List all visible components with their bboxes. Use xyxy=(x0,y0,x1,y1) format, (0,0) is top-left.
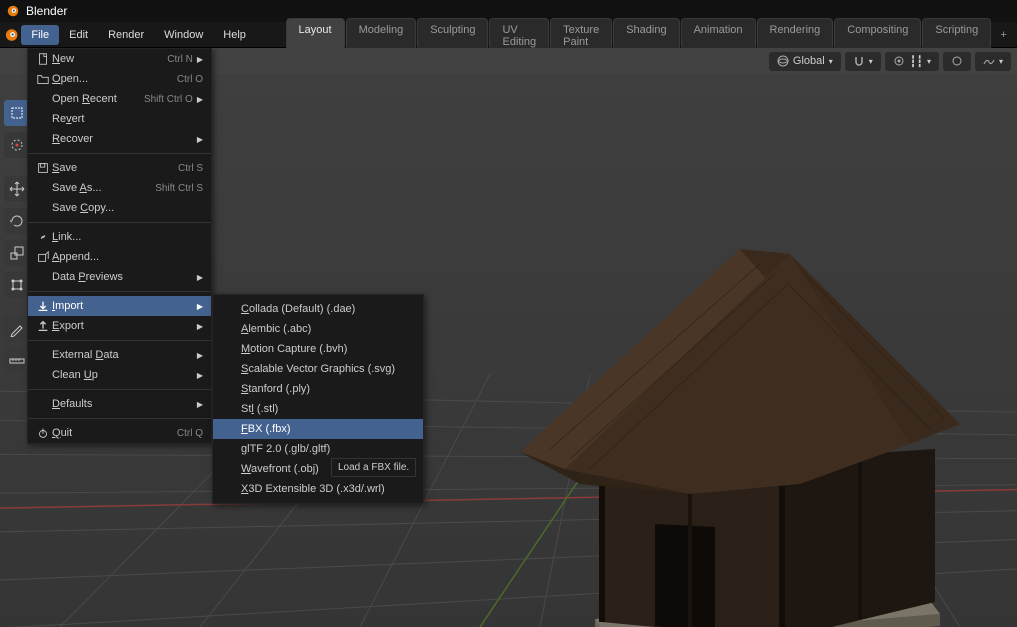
menu-item-label: Stanford (.ply) xyxy=(241,383,415,395)
menu-item-label: Recover xyxy=(52,133,193,145)
tab-uv-editing[interactable]: UV Editing xyxy=(489,18,549,52)
submenu-arrow-icon: ▶ xyxy=(197,351,203,360)
menu-item-quit[interactable]: QuitCtrl Q xyxy=(28,423,211,443)
menu-item-clean-up[interactable]: Clean Up ▶ xyxy=(28,365,211,385)
import-x3d-extensible-3d-x3d-wrl[interactable]: X3D Extensible 3D (.x3d/.wrl) xyxy=(213,479,423,499)
import-icon xyxy=(34,299,52,313)
submenu-arrow-icon: ▶ xyxy=(197,322,203,331)
import-gltf-2-0-glb-gltf[interactable]: glTF 2.0 (.glb/.gltf) xyxy=(213,439,423,459)
viewport-overlays-button[interactable] xyxy=(943,52,971,71)
tab-sculpting[interactable]: Sculpting xyxy=(417,18,488,52)
link-icon xyxy=(34,230,52,244)
menu-item-label: Defaults xyxy=(52,398,193,410)
power-icon xyxy=(34,426,52,440)
tab-compositing[interactable]: Compositing xyxy=(834,18,921,52)
export-icon xyxy=(34,319,52,333)
submenu-arrow-icon: ▶ xyxy=(197,371,203,380)
submenu-arrow-icon: ▶ xyxy=(197,400,203,409)
menu-item-external-data[interactable]: External Data ▶ xyxy=(28,345,211,365)
tab-animation[interactable]: Animation xyxy=(681,18,756,52)
menu-item-link[interactable]: Link... xyxy=(28,227,211,247)
menu-item-data-previews[interactable]: Data Previews ▶ xyxy=(28,267,211,287)
topbar: FileEditRenderWindowHelp LayoutModelingS… xyxy=(0,22,1017,48)
snap-dropdown[interactable]: ▾ xyxy=(845,52,881,71)
menu-item-label: Save Copy... xyxy=(52,202,203,214)
menu-item-label: Alembic (.abc) xyxy=(241,323,415,335)
submenu-arrow-icon: ▶ xyxy=(197,273,203,282)
tab-layout[interactable]: Layout xyxy=(286,18,345,52)
menu-item-label: Collada (Default) (.dae) xyxy=(241,303,415,315)
menu-item-save-copy[interactable]: Save Copy... xyxy=(28,198,211,218)
import-stanford-ply[interactable]: Stanford (.ply) xyxy=(213,379,423,399)
proportional-edit-dropdown[interactable]: ┇┇▾ xyxy=(885,52,939,71)
menu-item-label: New xyxy=(52,53,167,65)
tab-modeling[interactable]: Modeling xyxy=(346,18,417,52)
import-motion-capture-bvh[interactable]: Motion Capture (.bvh) xyxy=(213,339,423,359)
menu-file[interactable]: File xyxy=(21,25,59,45)
menu-item-save[interactable]: SaveCtrl S xyxy=(28,158,211,178)
mesh-object-house[interactable] xyxy=(490,224,960,627)
append-icon xyxy=(34,250,52,264)
menu-item-label: Quit xyxy=(52,427,177,439)
menu-item-import[interactable]: Import ▶ xyxy=(28,296,211,316)
menu-item-label: Import xyxy=(52,300,193,312)
tab-scripting[interactable]: Scripting xyxy=(922,18,991,52)
menu-item-save-as[interactable]: Save As...Shift Ctrl S xyxy=(28,178,211,198)
menu-item-label: Stl (.stl) xyxy=(241,403,415,415)
submenu-arrow-icon: ▶ xyxy=(197,135,203,144)
menu-item-label: Append... xyxy=(52,251,203,263)
menu-item-label: Open Recent xyxy=(52,93,144,105)
menu-edit[interactable]: Edit xyxy=(59,25,98,45)
tab-rendering[interactable]: Rendering xyxy=(757,18,834,52)
menu-item-label: Revert xyxy=(52,113,203,125)
menu-item-label: Save xyxy=(52,162,178,174)
import-alembic-abc[interactable]: Alembic (.abc) xyxy=(213,319,423,339)
menu-item-label: Data Previews xyxy=(52,271,193,283)
disk-icon xyxy=(34,161,52,175)
submenu-arrow-icon: ▶ xyxy=(197,302,203,311)
menu-item-revert[interactable]: Revert xyxy=(28,109,211,129)
app-title: Blender xyxy=(26,4,67,18)
tooltip: Load a FBX file. xyxy=(331,458,416,477)
menu-item-label: Scalable Vector Graphics (.svg) xyxy=(241,363,415,375)
menu-item-open[interactable]: Open...Ctrl O xyxy=(28,69,211,89)
viewport-shading-dropdown[interactable]: ▾ xyxy=(975,52,1011,71)
menu-render[interactable]: Render xyxy=(98,25,154,45)
menu-item-label: FBX (.fbx) xyxy=(241,423,415,435)
menu-help[interactable]: Help xyxy=(213,25,256,45)
menu-item-open-recent[interactable]: Open RecentShift Ctrl O▶ xyxy=(28,89,211,109)
import-fbx-fbx[interactable]: FBX (.fbx) xyxy=(213,419,423,439)
submenu-arrow-icon: ▶ xyxy=(197,95,203,104)
menu-item-defaults[interactable]: Defaults ▶ xyxy=(28,394,211,414)
menu-item-label: Export xyxy=(52,320,193,332)
menu-item-label: X3D Extensible 3D (.x3d/.wrl) xyxy=(241,483,415,495)
tab-shading[interactable]: Shading xyxy=(613,18,679,52)
add-workspace-button[interactable]: + xyxy=(994,29,1013,41)
workspace-tabs: LayoutModelingSculptingUV EditingTexture… xyxy=(286,18,993,52)
menu-item-label: Motion Capture (.bvh) xyxy=(241,343,415,355)
menu-item-append[interactable]: Append... xyxy=(28,247,211,267)
doc-icon xyxy=(34,52,52,66)
blender-logo-icon xyxy=(6,4,20,18)
import-collada-default-dae[interactable]: Collada (Default) (.dae) xyxy=(213,299,423,319)
menu-window[interactable]: Window xyxy=(154,25,213,45)
import-stl-stl[interactable]: Stl (.stl) xyxy=(213,399,423,419)
folder-icon xyxy=(34,72,52,86)
import-scalable-vector-graphics-svg[interactable]: Scalable Vector Graphics (.svg) xyxy=(213,359,423,379)
submenu-arrow-icon: ▶ xyxy=(197,55,203,64)
menu-item-export[interactable]: Export ▶ xyxy=(28,316,211,336)
menu-item-label: glTF 2.0 (.glb/.gltf) xyxy=(241,443,415,455)
menu-item-label: External Data xyxy=(52,349,193,361)
file-menu-dropdown: NewCtrl N▶Open...Ctrl OOpen RecentShift … xyxy=(27,48,212,444)
menu-item-label: Link... xyxy=(52,231,203,243)
menu-item-label: Clean Up xyxy=(52,369,193,381)
orientation-dropdown[interactable]: Global▾ xyxy=(769,52,841,71)
menu-item-label: Open... xyxy=(52,73,177,85)
menu-item-recover[interactable]: Recover ▶ xyxy=(28,129,211,149)
menu-item-new[interactable]: NewCtrl N▶ xyxy=(28,49,211,69)
tab-texture-paint[interactable]: Texture Paint xyxy=(550,18,612,52)
blender-icon[interactable] xyxy=(4,26,19,44)
menu-item-label: Save As... xyxy=(52,182,155,194)
